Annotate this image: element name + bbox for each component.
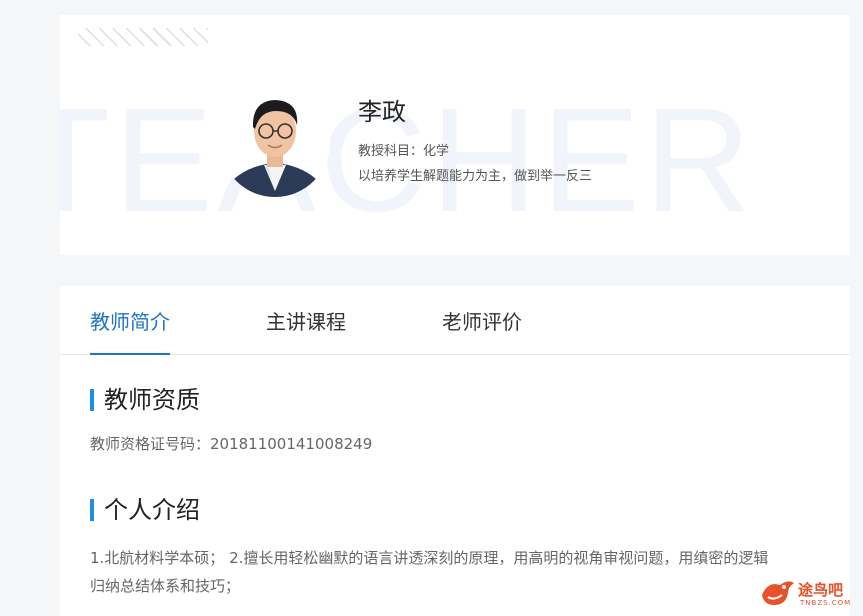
bird-logo-icon [762,581,794,605]
qualification-heading: 教师资质 [90,386,200,414]
introduction-line-2: 归纳总结体系和技巧； [90,577,241,595]
introduction-title: 个人介绍 [104,496,200,524]
tab-main-courses[interactable]: 主讲课程 [266,306,346,335]
section-marker [90,499,94,521]
qualification-title: 教师资质 [104,386,200,414]
teacher-watermark: TEACHER [60,78,756,243]
logo-text: 途鸟吧 [798,581,844,599]
section-marker [90,389,94,411]
hatch-decoration [78,28,208,46]
teacher-motto: 以培养学生解题能力为主，做到举一反三 [358,169,593,184]
active-tab-indicator [90,353,170,355]
tab-teacher-intro[interactable]: 教师简介 [90,306,170,335]
teacher-name: 李政 [358,98,406,126]
tab-teacher-reviews[interactable]: 老师评价 [442,306,522,335]
teacher-hero-card: TEACHER 李政 教授科目：化学 以培养学生解题能力为主，做到举一反三 [60,15,850,255]
logo-subtext: TNBZS.COM [800,599,852,607]
teacher-portrait-icon [220,87,330,197]
introduction-heading: 个人介绍 [90,496,200,524]
site-watermark-logo: 途鸟吧 TNBZS.COM [758,575,858,613]
certificate-number: 教师资格证号码：20181100141008249 [90,435,373,453]
tab-bar: 教师简介 主讲课程 老师评价 [60,286,850,355]
teacher-avatar [220,87,330,197]
introduction-line-1: 1.北航材料学本硕； 2.擅长用轻松幽默的语言讲透深刻的原理，用高明的视角审视问… [90,549,769,567]
teacher-detail-panel: 教师简介 主讲课程 老师评价 教师资质 教师资格证号码：201811001410… [60,286,850,616]
teacher-subject: 教授科目：化学 [358,144,450,159]
